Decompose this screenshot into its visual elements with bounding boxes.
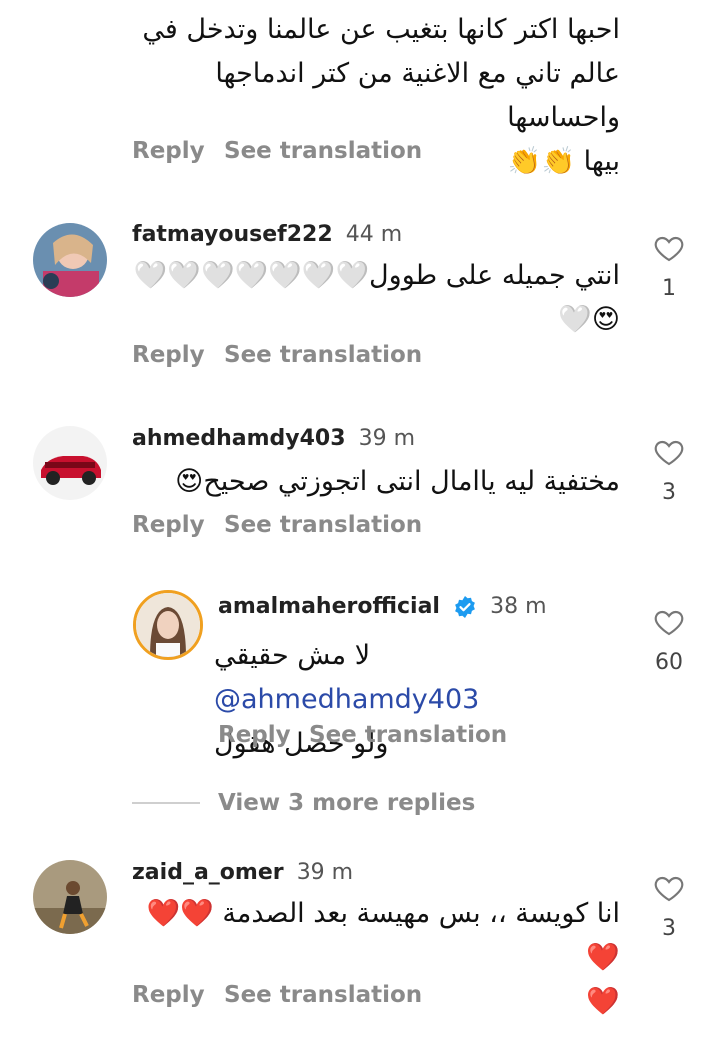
comment-text: انتي جميله على طوول🤍🤍🤍🤍🤍🤍🤍 😍🤍 (120, 254, 620, 342)
heart-icon[interactable] (652, 872, 686, 904)
reply-button[interactable]: Reply (132, 342, 205, 368)
like-count: 60 (655, 650, 683, 675)
username[interactable]: amalmaherofficial (218, 594, 440, 619)
comment-text-line: انتي جميله على طوول🤍🤍🤍🤍🤍🤍🤍 (133, 260, 620, 291)
username[interactable]: ahmedhamdy403 (132, 426, 346, 451)
reply-button[interactable]: Reply (132, 982, 205, 1008)
see-translation-button[interactable]: See translation (224, 342, 422, 368)
timestamp: 39 m (296, 860, 354, 885)
heart-icon[interactable] (652, 606, 686, 638)
comment-text-line: انا كويسة ،، بس مهيسة بعد الصدمة ❤️❤️❤️ (146, 898, 620, 973)
comment-text-line: مختفية ليه ياامال انتى اتجوزتي صحيح😍 (175, 466, 620, 497)
timestamp: 38 m (490, 594, 547, 619)
reply-button[interactable]: Reply (218, 722, 291, 748)
heart-icon[interactable] (652, 436, 686, 468)
reply-button[interactable]: Reply (132, 138, 205, 164)
mention-link[interactable]: @ahmedhamdy403 (214, 684, 479, 715)
comment-text: مختفية ليه ياامال انتى اتجوزتي صحيح😍 (120, 460, 620, 504)
view-more-replies-button[interactable]: View 3 more replies (218, 790, 475, 816)
username[interactable]: zaid_a_omer (132, 860, 284, 885)
avatar[interactable] (33, 223, 107, 297)
avatar[interactable] (33, 860, 107, 934)
username[interactable]: fatmayousef222 (132, 222, 333, 247)
see-translation-button[interactable]: See translation (224, 982, 422, 1008)
view-replies-divider (132, 802, 200, 804)
see-translation-button[interactable]: See translation (309, 722, 507, 748)
comment-text-line: احبها اكتر كانها بتغيب عن عالمنا وتدخل ف… (142, 14, 620, 45)
comment-text-line: 😍🤍 (558, 304, 620, 335)
like-count: 3 (662, 480, 676, 505)
comment-text-part: لا مش حقيقي (214, 640, 371, 671)
avatar[interactable] (133, 590, 203, 660)
like-count: 3 (662, 916, 676, 941)
timestamp: 44 m (345, 222, 403, 247)
see-translation-button[interactable]: See translation (224, 138, 422, 164)
comment-text-line: لا مش حقيقي @ahmedhamdy403 (214, 634, 624, 722)
reply-button[interactable]: Reply (132, 512, 205, 538)
avatar[interactable] (33, 426, 107, 500)
comment-text-line: عالم تاني مع الاغنية من كتر اندماجها واح… (215, 58, 620, 133)
verified-badge-icon (455, 595, 475, 618)
see-translation-button[interactable]: See translation (224, 512, 422, 538)
like-count: 1 (662, 276, 676, 301)
heart-icon[interactable] (652, 232, 686, 264)
timestamp: 39 m (358, 426, 416, 451)
